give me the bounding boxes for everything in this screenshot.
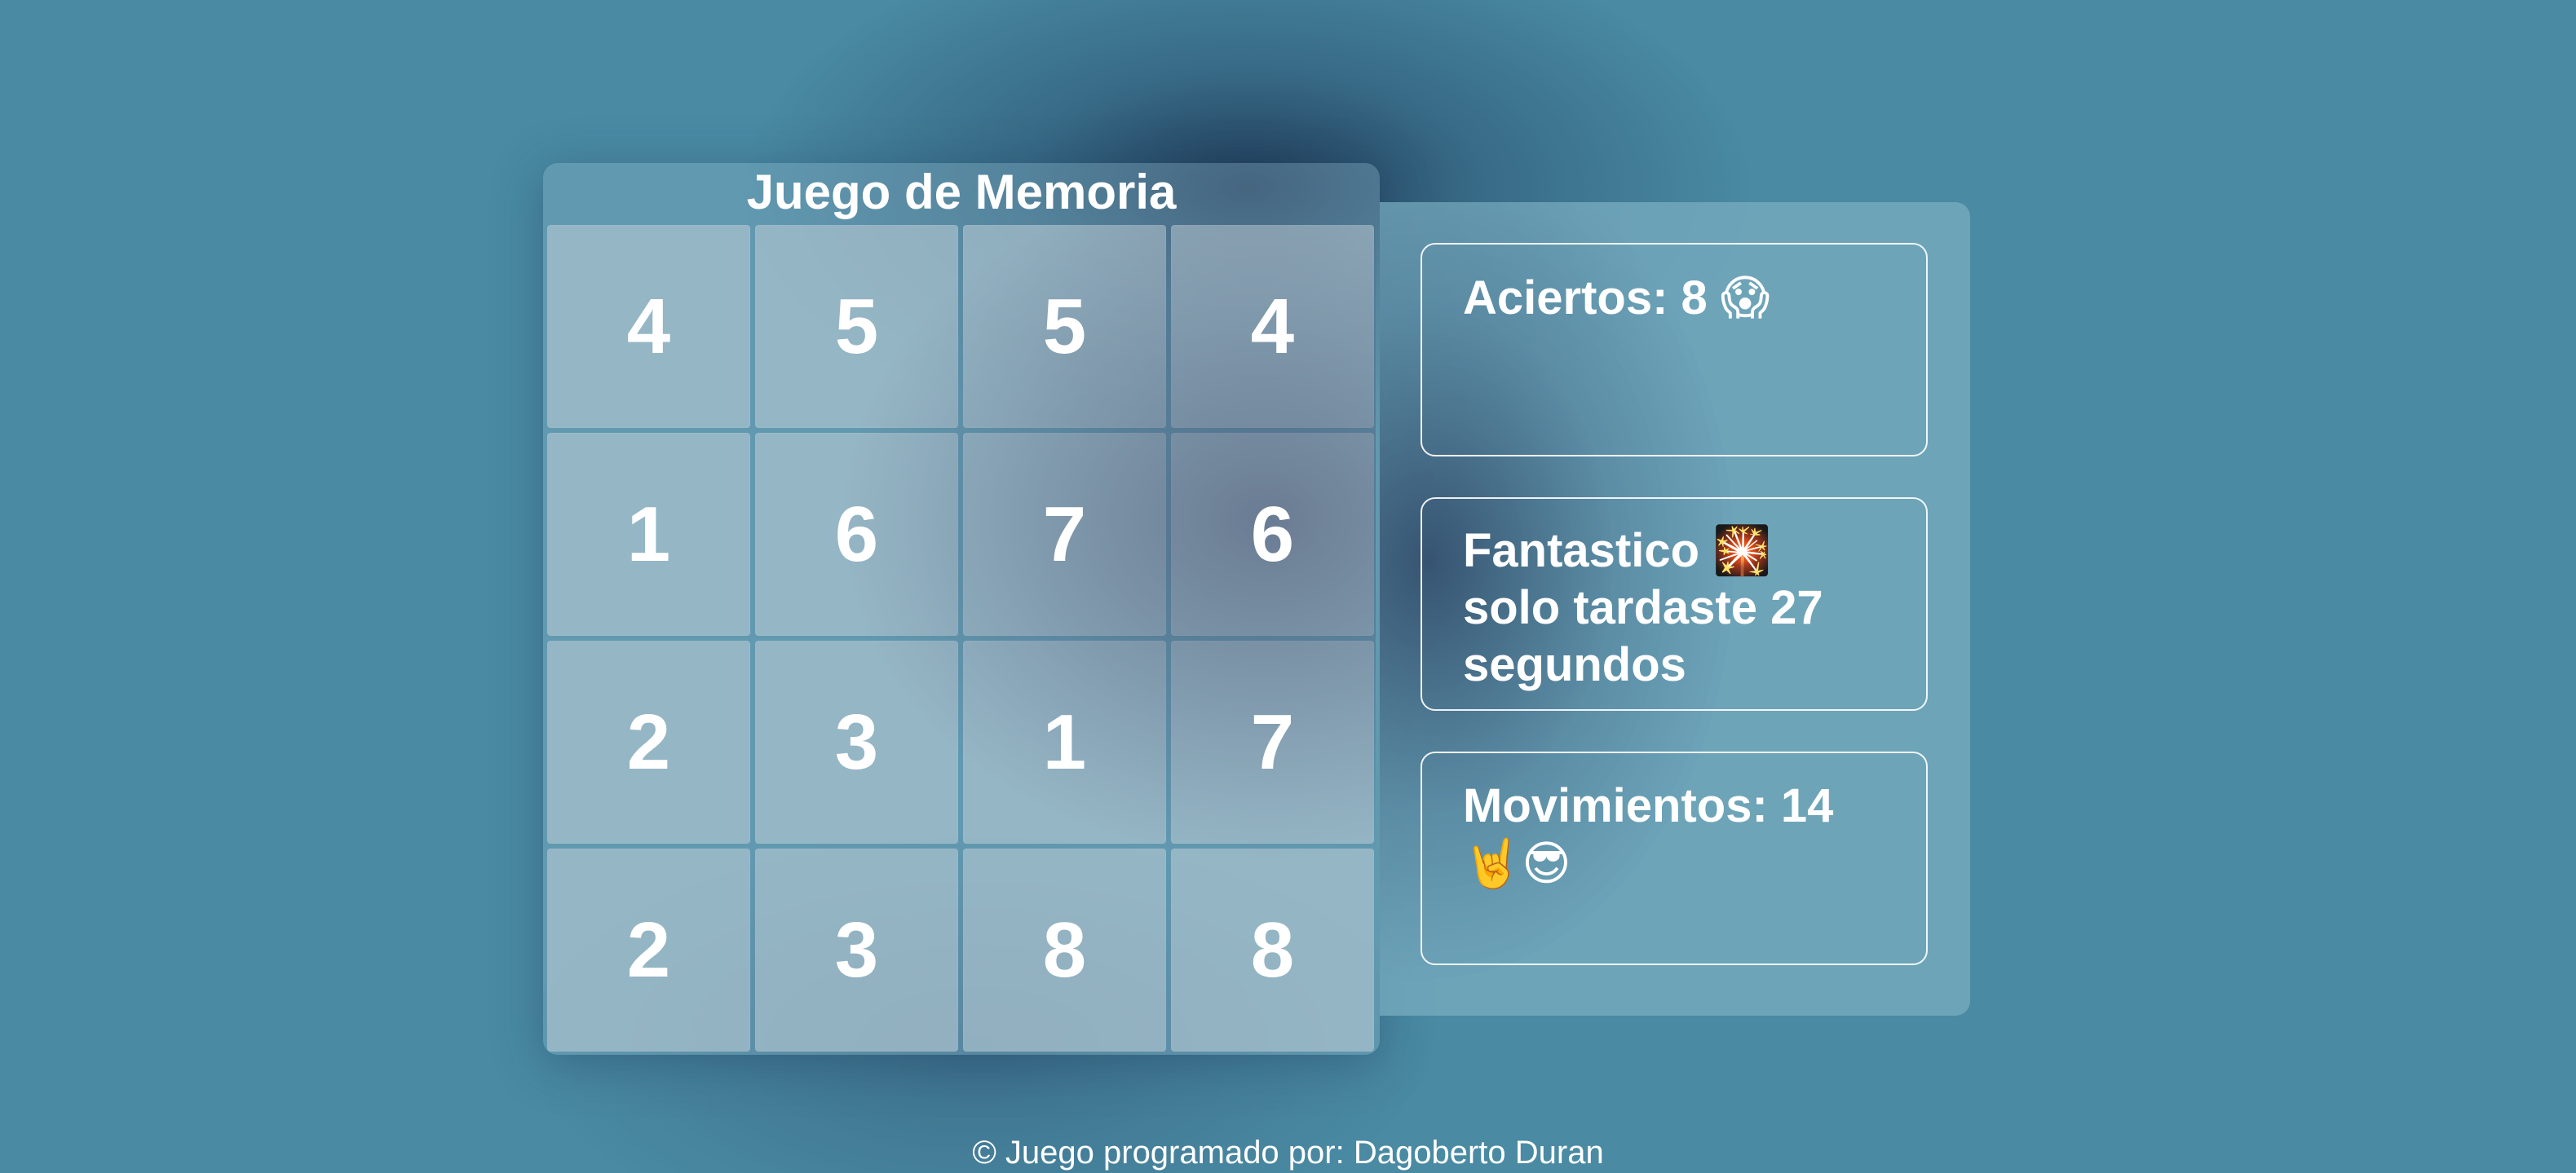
screaming-face-icon: 😱 [1720, 270, 1770, 325]
card-tile[interactable]: 2 [547, 849, 750, 1052]
card-value: 5 [834, 282, 879, 370]
stats-panel: Aciertos: 8 😱 Fantastico 🎇 solo tardaste… [1380, 202, 1970, 1016]
result-title: Fantastico [1463, 524, 1700, 577]
sparkler-icon: 🎇 [1712, 523, 1772, 578]
hits-label: Aciertos: 8 [1463, 271, 1708, 324]
card-value: 2 [626, 698, 671, 786]
card-value: 8 [1250, 906, 1295, 994]
card-tile[interactable]: 8 [963, 849, 1166, 1052]
rock-on-sunglasses-icon: 🤘😎 [1463, 836, 1571, 891]
card-tile[interactable]: 2 [547, 641, 750, 844]
card-tile[interactable]: 5 [963, 225, 1166, 428]
memory-game-board: Juego de Memoria 4 5 5 4 1 6 7 6 2 3 1 7… [543, 163, 1380, 1055]
card-value: 5 [1042, 282, 1087, 370]
game-title: Juego de Memoria [746, 165, 1177, 219]
result-time-unit: segundos [1463, 638, 1686, 691]
card-value: 8 [1042, 906, 1087, 994]
card-tile[interactable]: 6 [1171, 433, 1374, 636]
card-value: 2 [626, 906, 671, 994]
card-tile[interactable]: 4 [1171, 225, 1374, 428]
moves-card: Movimientos: 14 🤘😎 [1421, 752, 1928, 965]
card-tile[interactable]: 3 [755, 641, 958, 844]
card-tile[interactable]: 7 [963, 433, 1166, 636]
card-value: 4 [626, 282, 671, 370]
card-value: 1 [626, 490, 671, 578]
card-tile[interactable]: 3 [755, 849, 958, 1052]
card-value: 6 [1250, 490, 1295, 578]
hits-card: Aciertos: 8 😱 [1421, 243, 1928, 456]
result-time-text: solo tardaste 27 [1463, 581, 1823, 634]
card-value: 3 [834, 698, 879, 786]
card-value: 7 [1042, 490, 1087, 578]
card-tile[interactable]: 5 [755, 225, 958, 428]
footer-credit: © Juego programado por: Dagoberto Duran [972, 1135, 1604, 1171]
card-value: 4 [1250, 282, 1295, 370]
card-value: 1 [1042, 698, 1087, 786]
card-tile[interactable]: 4 [547, 225, 750, 428]
result-card: Fantastico 🎇 solo tardaste 27 segundos [1421, 497, 1928, 711]
card-value: 7 [1250, 698, 1295, 786]
moves-label: Movimientos: 14 [1463, 779, 1834, 832]
card-value: 6 [834, 490, 879, 578]
card-tile[interactable]: 1 [963, 641, 1166, 844]
card-value: 3 [834, 906, 879, 994]
card-tile[interactable]: 8 [1171, 849, 1374, 1052]
card-grid: 4 5 5 4 1 6 7 6 2 3 1 7 2 3 8 8 [547, 225, 1376, 1052]
card-tile[interactable]: 1 [547, 433, 750, 636]
card-tile[interactable]: 7 [1171, 641, 1374, 844]
card-tile[interactable]: 6 [755, 433, 958, 636]
